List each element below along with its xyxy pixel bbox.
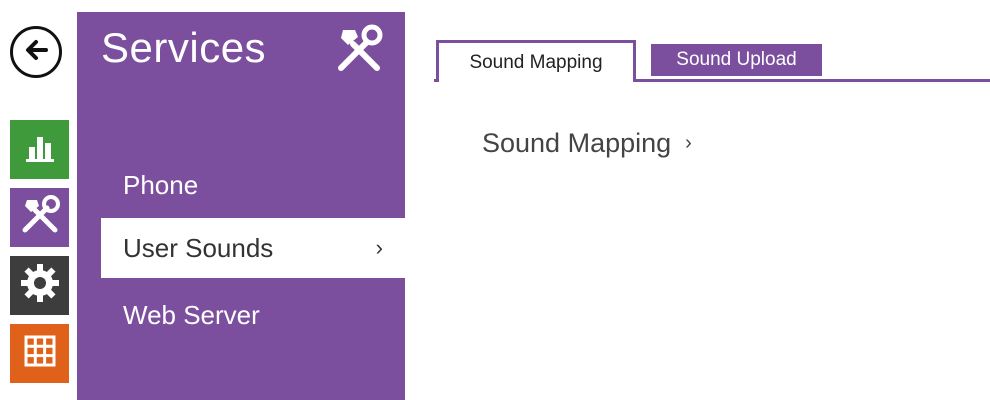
- sound-mapping-section-link[interactable]: Sound Mapping ›: [482, 128, 692, 159]
- menu-title: Services: [101, 24, 267, 71]
- tab-sound-mapping[interactable]: Sound Mapping: [436, 40, 636, 82]
- arrow-left-icon: [22, 36, 50, 69]
- nav-status-button[interactable]: [10, 120, 69, 179]
- tab-label: Sound Upload: [676, 49, 797, 70]
- section-link-label: Sound Mapping: [482, 128, 672, 158]
- menu-item-web-server[interactable]: Web Server: [101, 285, 381, 345]
- menu-item-label: Web Server: [123, 299, 260, 330]
- services-menu: Services Phone User Sounds › Web Server: [77, 12, 405, 400]
- menu-item-label: Phone: [123, 169, 199, 200]
- grid-icon: [23, 334, 57, 373]
- bar-chart-icon: [22, 129, 58, 170]
- tools-icon: [17, 192, 63, 243]
- menu-item-user-sounds[interactable]: User Sounds ›: [101, 218, 405, 278]
- chevron-right-icon: ›: [685, 132, 692, 154]
- tab-sound-upload[interactable]: Sound Upload: [651, 44, 822, 76]
- nav-services-button[interactable]: [10, 188, 69, 247]
- nav-settings-button[interactable]: [10, 256, 69, 315]
- back-button[interactable]: [10, 26, 62, 78]
- tools-icon: [331, 22, 387, 79]
- menu-item-label: User Sounds: [123, 232, 274, 263]
- nav-directory-button[interactable]: [10, 324, 69, 383]
- chevron-right-icon: ›: [375, 235, 383, 260]
- gear-icon: [19, 262, 61, 309]
- menu-item-phone[interactable]: Phone: [101, 155, 381, 215]
- tab-label: Sound Mapping: [469, 51, 603, 73]
- app-window: Services Phone User Sounds › Web Server …: [0, 0, 990, 400]
